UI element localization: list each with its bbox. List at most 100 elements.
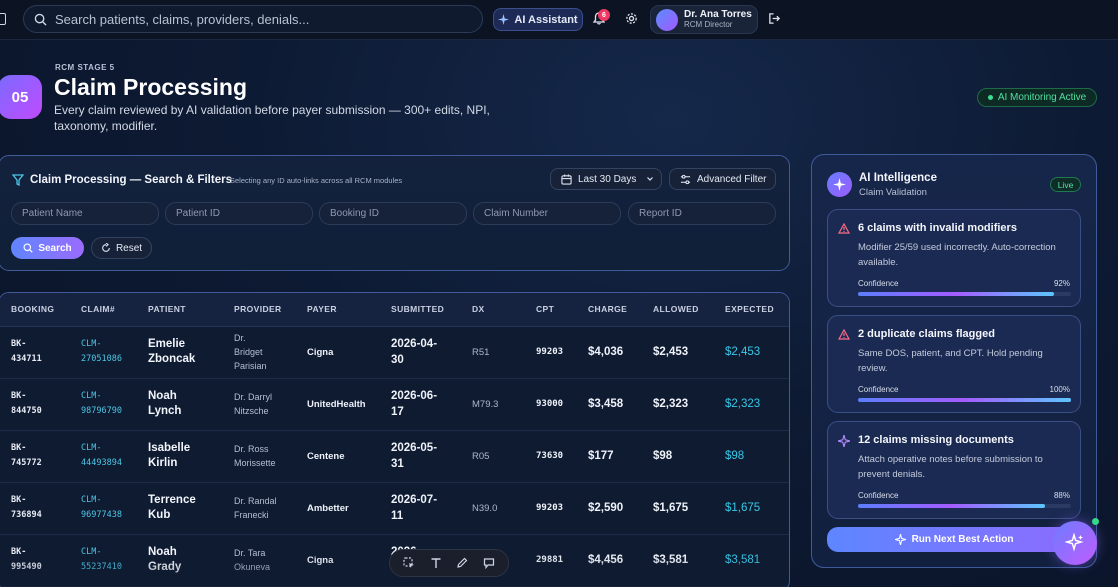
sliders-icon xyxy=(680,174,691,184)
expected-amount: $3,581 xyxy=(725,554,761,566)
cpt-code: 99203 xyxy=(536,503,564,513)
table-row[interactable]: BK- 844750 CLM- 98796790 Noah Lynch Dr. Dar… xyxy=(0,378,789,431)
column-header[interactable]: DX xyxy=(460,293,524,327)
patient-name: Noah Grady xyxy=(148,546,182,573)
run-next-best-action-button[interactable]: Run Next Best Action xyxy=(827,527,1081,552)
status-dot xyxy=(987,95,993,100)
notification-badge: 6 xyxy=(598,9,610,21)
column-header[interactable]: EXPECTED xyxy=(713,293,789,327)
patient-name-input[interactable] xyxy=(11,202,159,225)
column-header[interactable]: ALLOWED xyxy=(641,293,713,327)
floating-toolbar xyxy=(389,549,509,577)
ai-panel-title: AI Intelligence xyxy=(859,172,937,184)
confidence-value: 88% xyxy=(1053,491,1070,500)
booking-id[interactable]: BK- 844750 xyxy=(11,389,69,419)
comment-icon[interactable] xyxy=(483,557,495,569)
patient-name: Noah Lynch xyxy=(148,390,182,417)
insight-card[interactable]: 12 claims missing documents Attach opera… xyxy=(827,421,1081,519)
report-id-input[interactable] xyxy=(628,202,776,225)
select-element-icon[interactable] xyxy=(403,557,415,569)
claims-table: BOOKING CLAIM# PATIENT PROVIDER PAYER SU… xyxy=(0,292,790,587)
global-search[interactable] xyxy=(23,5,483,33)
chevron-down-icon xyxy=(647,177,654,181)
logout-icon[interactable] xyxy=(768,12,781,25)
reset-button[interactable]: Reset xyxy=(91,237,152,259)
date-range-dropdown[interactable]: Last 30 Days xyxy=(550,168,662,190)
sparkle-icon xyxy=(894,534,906,545)
warning-icon xyxy=(838,329,850,340)
column-header[interactable]: CLAIM# xyxy=(69,293,136,327)
column-header[interactable]: PATIENT xyxy=(136,293,222,327)
allowed-amount: $2,323 xyxy=(653,398,689,410)
filters-note: Selecting any ID auto-links across all R… xyxy=(230,176,403,185)
expected-amount: $1,675 xyxy=(725,502,761,514)
confidence-fill xyxy=(858,292,1054,296)
gear-icon[interactable] xyxy=(625,12,638,25)
column-header[interactable]: SUBMITTED xyxy=(379,293,460,327)
booking-id[interactable]: BK- 995490 xyxy=(11,545,69,575)
dx-code: M79.3 xyxy=(472,398,499,410)
sidebar-toggle-icon[interactable] xyxy=(0,13,6,25)
patient-id-input[interactable] xyxy=(165,202,313,225)
confidence-label: Confidence xyxy=(858,385,899,394)
run-button-label: Run Next Best Action xyxy=(911,534,1014,545)
column-header[interactable]: PROVIDER xyxy=(222,293,295,327)
refresh-icon xyxy=(102,243,110,252)
user-role: RCM Director xyxy=(684,20,733,29)
table-row[interactable]: BK- 745772 CLM- 44493894 Isabelle Kirlin Dr… xyxy=(0,430,789,483)
advanced-filter-button[interactable]: Advanced Filter xyxy=(669,168,776,190)
booking-id[interactable]: BK- 745772 xyxy=(11,441,69,471)
claim-link[interactable]: CLM- 98796790 xyxy=(81,389,136,419)
sparkle-icon xyxy=(498,14,510,25)
expected-amount: $2,323 xyxy=(725,398,761,410)
booking-id[interactable]: BK- 434711 xyxy=(11,337,69,367)
booking-id-input[interactable] xyxy=(319,202,467,225)
column-header[interactable]: CHARGE xyxy=(576,293,641,327)
allowed-amount: $3,581 xyxy=(653,554,689,566)
search-input[interactable] xyxy=(55,11,475,27)
expected-amount: $98 xyxy=(725,450,745,462)
provider-name: Dr. Randal Franecki xyxy=(234,496,277,520)
claim-link[interactable]: CLM- 44493894 xyxy=(81,441,136,471)
page-title: Claim Processing xyxy=(54,74,248,100)
booking-id[interactable]: BK- 736894 xyxy=(11,493,69,523)
pen-icon[interactable] xyxy=(456,557,468,569)
search-button[interactable]: Search xyxy=(11,237,84,259)
allowed-amount: $1,675 xyxy=(653,502,689,514)
advanced-filter-label: Advanced Filter xyxy=(697,173,767,185)
cpt-code: 93000 xyxy=(536,399,564,409)
insight-description: Same DOS, patient, and CPT. Hold pending… xyxy=(858,348,1043,374)
text-tool-icon[interactable] xyxy=(430,557,442,569)
table-row[interactable]: BK- 434711 CLM- 27051086 Emelie Zboncak Dr.… xyxy=(0,326,789,379)
ai-chat-fab[interactable] xyxy=(1053,521,1097,565)
search-filters-panel: Claim Processing — Search & Filters Sele… xyxy=(0,155,790,271)
charge-amount: $177 xyxy=(588,450,614,462)
insight-description: Attach operative notes before submission… xyxy=(858,454,1043,480)
provider-name: Dr. Ross Morissette xyxy=(234,444,276,468)
column-header[interactable]: CPT xyxy=(524,293,576,327)
payer-name: Cigna xyxy=(307,346,334,358)
patient-name: Isabelle Kirlin xyxy=(148,442,191,469)
column-header[interactable]: BOOKING xyxy=(0,293,69,327)
table-row[interactable]: BK- 736894 CLM- 96977438 Terrence Kub Dr. R… xyxy=(0,482,789,535)
submitted-date: 2026-06- 17 xyxy=(391,390,438,418)
claim-link[interactable]: CLM- 27051086 xyxy=(81,337,136,367)
cpt-code: 99203 xyxy=(536,347,564,357)
avatar xyxy=(656,8,678,31)
insight-title: 12 claims missing documents xyxy=(858,434,1014,446)
online-indicator xyxy=(1092,518,1099,525)
ai-intelligence-panel: AI Intelligence Claim Validation Live 6 … xyxy=(811,154,1097,568)
user-profile[interactable]: Dr. Ana Torres RCM Director xyxy=(650,5,758,34)
insight-card[interactable]: 2 duplicate claims flagged Same DOS, pat… xyxy=(827,315,1081,413)
table-header-row: BOOKING CLAIM# PATIENT PROVIDER PAYER SU… xyxy=(0,293,789,327)
ai-monitoring-badge: AI Monitoring Active xyxy=(977,88,1097,107)
insight-card[interactable]: 6 claims with invalid modifiers Modifier… xyxy=(827,209,1081,307)
ai-assistant-button[interactable]: AI Assistant xyxy=(493,8,583,31)
sparkle-icon xyxy=(838,435,850,447)
claim-link[interactable]: CLM- 55237410 xyxy=(81,545,136,575)
payer-name: Centene xyxy=(307,450,345,462)
column-header[interactable]: PAYER xyxy=(295,293,379,327)
warning-icon xyxy=(838,223,850,234)
claim-link[interactable]: CLM- 96977438 xyxy=(81,493,136,523)
claim-number-input[interactable] xyxy=(473,202,621,225)
